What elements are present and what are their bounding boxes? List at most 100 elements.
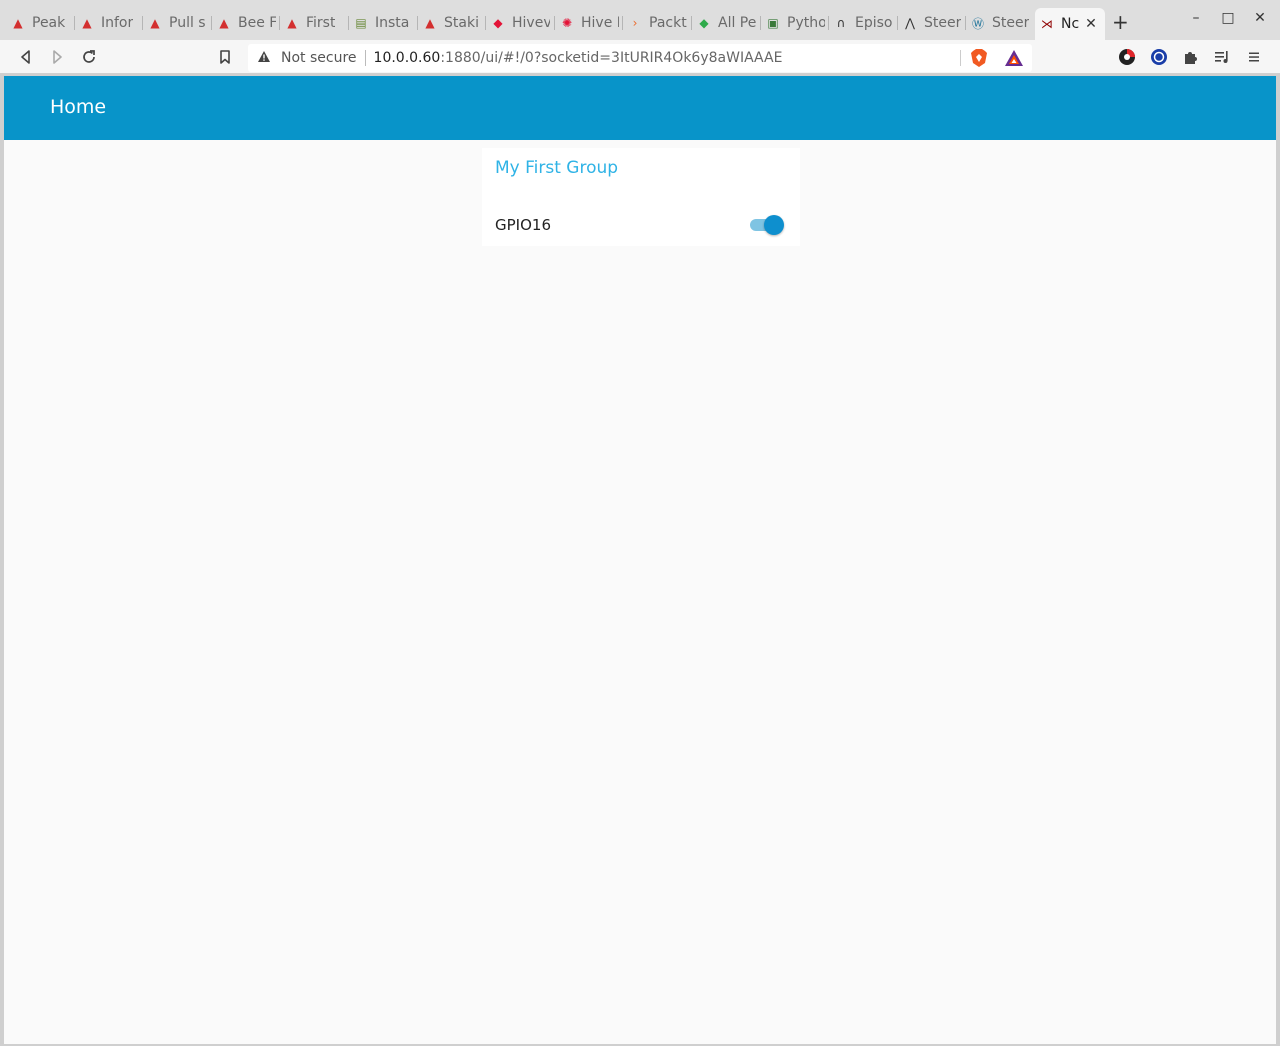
back-icon — [21, 50, 30, 64]
bookmark-button[interactable] — [214, 46, 236, 68]
extensions-button[interactable] — [1179, 46, 1201, 68]
tab-title: Packt — [649, 15, 687, 31]
reload-button[interactable] — [78, 46, 100, 68]
extension-rewards-icon — [1119, 49, 1135, 65]
brave-rewards-icon[interactable] — [1004, 49, 1024, 67]
tab-strip: ▲ Peak ▲ Infor ▲ Pull s ▲ Bee F ▲ First ▤ Insta ▲ Sta… — [0, 0, 1280, 40]
tab-title: Staki — [444, 15, 479, 31]
playlist-icon — [1215, 51, 1228, 63]
tab-title: All Pe — [718, 15, 756, 31]
packt-icon: › — [632, 16, 638, 30]
browser-tab[interactable]: ▲ Staki — [422, 10, 482, 36]
extension-wallet-icon — [1151, 49, 1167, 65]
tab-separator — [74, 16, 75, 30]
peakd-icon: ▲ — [219, 16, 229, 30]
warning-icon — [257, 50, 273, 67]
tab-title: Nc — [1061, 16, 1080, 32]
menu-button[interactable] — [1243, 46, 1265, 68]
python-icon: ▣ — [767, 16, 779, 30]
peakd-icon: ▲ — [287, 16, 297, 30]
peakd-icon: ▲ — [13, 16, 23, 30]
tab-title: Pytho — [787, 15, 825, 31]
puzzle-icon — [1185, 52, 1197, 64]
extension-button[interactable] — [1148, 46, 1170, 68]
tab-separator — [965, 16, 966, 30]
security-label[interactable]: Not secure — [281, 50, 357, 66]
tab-title: Pull s — [169, 15, 206, 31]
dashboard-header: Home — [4, 76, 1276, 140]
tab-separator — [279, 16, 280, 30]
hive-icon: ◆ — [493, 16, 503, 30]
gpio16-toggle-switch[interactable] — [748, 214, 784, 236]
headphones-icon: ∩ — [836, 16, 846, 30]
url-path: :1880/ui/#!/0?socketid=3ItURIR4Ok6y8aWIA… — [440, 50, 783, 66]
tab-separator — [485, 16, 486, 30]
playlist-button[interactable] — [1211, 46, 1233, 68]
tab-separator — [897, 16, 898, 30]
forward-icon — [53, 50, 62, 64]
tab-title: Bee F — [238, 15, 276, 31]
url-host: 10.0.0.60 — [373, 50, 441, 66]
wordpress-icon: Ⓦ — [971, 16, 984, 31]
tab-title: Peak — [32, 15, 66, 31]
bookmark-icon — [220, 50, 230, 64]
tab-title: Steer — [992, 15, 1030, 31]
browser-tab[interactable]: ✺ Hive I — [559, 10, 619, 36]
menu-icon — [1249, 52, 1259, 62]
browser-tab[interactable]: ▤ Insta — [353, 10, 413, 36]
brave-shields-icon[interactable] — [970, 48, 988, 68]
browser-tab[interactable]: ▲ Bee F — [216, 10, 276, 36]
tab-separator — [211, 16, 212, 30]
tab-separator — [691, 16, 692, 30]
tab-separator — [142, 16, 143, 30]
minimize-button[interactable]: – — [1186, 10, 1206, 26]
tab-title: Episo — [855, 15, 893, 31]
dashboard-page: Home My First Group GPIO16 — [4, 76, 1276, 1044]
browser-tab[interactable]: ▲ Peak — [10, 10, 70, 36]
close-window-button[interactable]: ✕ — [1250, 10, 1270, 26]
reload-icon — [83, 50, 95, 63]
node-red-icon: ⋊ — [1041, 17, 1053, 31]
close-tab-icon[interactable]: ✕ — [1085, 16, 1097, 32]
address-divider — [364, 50, 366, 66]
tab-title: Steer — [924, 15, 962, 31]
switch-label: GPIO16 — [495, 216, 551, 234]
document-icon: ▤ — [355, 16, 367, 30]
group-card: My First Group GPIO16 — [482, 148, 800, 246]
tab-separator — [760, 16, 761, 30]
browser-tab[interactable]: ▲ First — [284, 10, 344, 36]
switch-thumb — [764, 215, 784, 235]
browser-tab[interactable]: ⋀ Steer — [902, 10, 962, 36]
tab-separator — [417, 16, 418, 30]
tab-separator — [348, 16, 349, 30]
browser-tab[interactable]: ∩ Episo — [833, 10, 893, 36]
browser-tab[interactable]: ▲ Pull s — [147, 10, 207, 36]
browser-tab[interactable]: Ⓦ Steer — [970, 10, 1030, 36]
browser-tab[interactable]: ▲ Infor — [79, 10, 139, 36]
page-title: Home — [50, 96, 107, 118]
tab-title: Hive I — [581, 15, 619, 31]
maximize-button[interactable]: □ — [1218, 10, 1238, 26]
extension-button[interactable] — [1116, 46, 1138, 68]
peakd-icon: ▲ — [82, 16, 92, 30]
back-button[interactable] — [15, 46, 37, 68]
browser-tab[interactable]: › Packt — [627, 10, 687, 36]
tab-separator — [828, 16, 829, 30]
group-title: My First Group — [495, 158, 619, 178]
peakd-icon: ▲ — [425, 16, 435, 30]
address-bar[interactable]: Not secure 10.0.0.60:1880/ui/#!/0?socket… — [248, 44, 1032, 72]
browser-tab[interactable]: ◆ All Pe — [696, 10, 756, 36]
browser-tab[interactable]: ⋊ Nc ✕ — [1035, 8, 1105, 40]
forward-button[interactable] — [46, 46, 68, 68]
peakd-icon: ▲ — [150, 16, 160, 30]
tab-title: Infor — [101, 15, 134, 31]
diamond-icon: ◆ — [699, 16, 709, 30]
hive-gear-icon: ✺ — [561, 16, 573, 30]
address-divider-right — [960, 50, 961, 66]
new-tab-button[interactable]: + — [1112, 12, 1129, 32]
browser-tab[interactable]: ◆ Hivev — [490, 10, 550, 36]
tab-separator — [554, 16, 555, 30]
browser-tab[interactable]: ▣ Pytho — [765, 10, 825, 36]
tab-title: Hivev — [512, 15, 550, 31]
tab-separator — [622, 16, 623, 30]
